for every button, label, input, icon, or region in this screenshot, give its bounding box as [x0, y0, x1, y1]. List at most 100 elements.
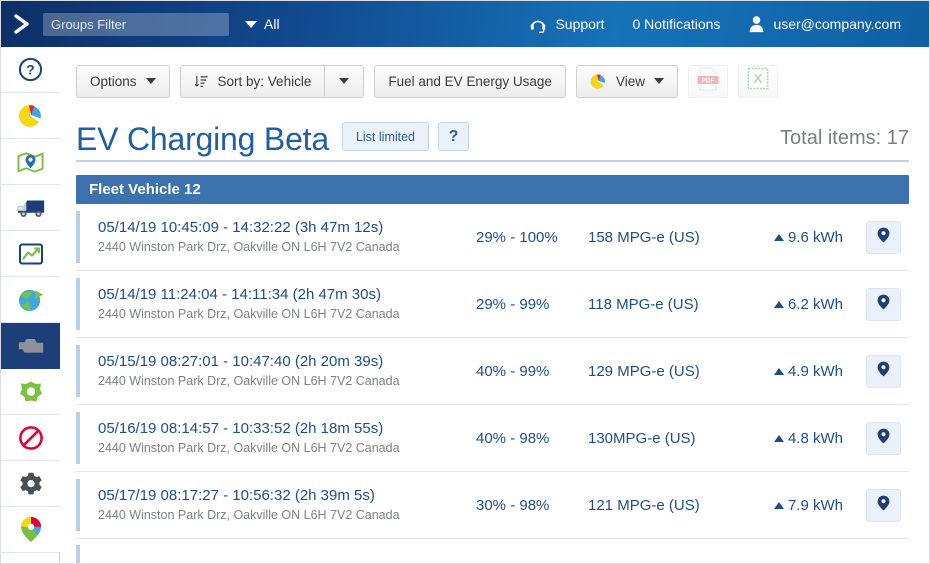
sidebar-item-engine[interactable] — [1, 323, 60, 369]
groups-filter-input[interactable] — [43, 12, 229, 36]
sidebar-item-reports[interactable] — [1, 93, 60, 139]
triangle-up-icon — [773, 367, 784, 375]
row-primary: 05/15/19 08:27:01 - 10:47:40 (2h 20m 39s… — [76, 352, 476, 389]
charge-percent: 40% - 98% — [476, 429, 550, 447]
total-items-label: Total items: 17 — [780, 127, 909, 149]
title-divider — [76, 160, 909, 162]
energy-label: 6.2 kWh — [787, 295, 843, 313]
show-on-map-button[interactable] — [865, 287, 901, 321]
all-dropdown[interactable]: All — [245, 16, 280, 32]
gear-outline-icon — [18, 379, 44, 404]
sidebar-item-vehicles[interactable] — [1, 185, 60, 231]
top-bar-right: Support 0 Notifications user@company.com — [515, 15, 929, 33]
export-excel-button[interactable]: X — [737, 64, 778, 98]
help-button[interactable]: ? — [438, 122, 470, 151]
table-row[interactable]: 05/15/19 08:27:01 - 10:47:40 (2h 20m 39s… — [76, 338, 909, 405]
session-address: 2440 Winston Park Drz, Oakville ON L6H 7… — [98, 306, 400, 321]
help-circle-icon: ? — [18, 57, 43, 82]
row-primary: 05/17/19 08:17:27 - 10:56:32 (2h 39m 5s)… — [76, 486, 476, 523]
charge-percent: 29% - 99% — [476, 295, 550, 313]
row-primary: 05/16/19 08:14:57 - 10:33:52 (2h 18m 55s… — [76, 419, 476, 456]
expand-menu-button[interactable] — [1, 1, 43, 47]
sort-by-button[interactable]: Sort by: Vehicle — [179, 64, 325, 98]
table-row[interactable]: 05/14/19 10:45:09 - 14:32:22 (3h 47m 12s… — [76, 204, 909, 271]
notifications-button[interactable]: 0 Notifications — [619, 16, 735, 32]
energy-label: 9.6 kWh — [787, 228, 843, 246]
sidebar-filler — [1, 553, 59, 563]
mpge-value: 129 MPG-e (US) — [588, 362, 700, 380]
sidebar-item-settings[interactable] — [1, 461, 60, 507]
table-row[interactable]: 05/17/19 08:17:27 - 10:56:32 (2h 39m 5s)… — [76, 472, 909, 539]
pie-chart-icon — [18, 103, 44, 129]
triangle-up-icon — [773, 233, 784, 241]
show-on-map-button[interactable] — [865, 220, 901, 254]
energy-value: 9.6 kWh — [756, 229, 857, 246]
energy-value: 4.8 kWh — [756, 430, 857, 447]
page-title: EV Charging Beta — [76, 121, 329, 157]
charge-percent: 40% - 99% — [476, 362, 550, 380]
user-account-button[interactable]: user@company.com — [734, 15, 915, 33]
session-time: 05/16/19 08:14:57 - 10:33:52 (2h 18m 55s… — [98, 420, 384, 438]
sidebar-item-help[interactable]: ? — [1, 47, 60, 93]
session-address: 2440 Winston Park Drz, Oakville ON L6H 7… — [98, 373, 400, 388]
triangle-up-icon — [773, 501, 784, 509]
sidebar-item-restrictions[interactable] — [1, 415, 60, 461]
person-icon — [748, 15, 765, 33]
sort-icon — [194, 74, 209, 89]
chevron-right-icon — [11, 13, 33, 35]
show-on-map-button[interactable] — [865, 354, 901, 388]
map-pin-icon — [877, 428, 890, 449]
charge-percent: 29% - 100% — [476, 228, 558, 246]
sidebar-item-map[interactable] — [1, 139, 60, 185]
energy-label: 7.9 kWh — [787, 496, 843, 514]
mpge-value: 118 MPG-e (US) — [588, 295, 699, 313]
excel-icon: X — [747, 67, 769, 95]
show-on-map-button[interactable] — [865, 488, 901, 522]
sidebar-item-maintenance[interactable] — [1, 369, 60, 415]
options-button[interactable]: Options — [76, 64, 170, 98]
sidebar-item-analytics[interactable] — [1, 231, 60, 277]
main-content: Options Sort by: Vehicle Fuel and EV Ene… — [60, 47, 929, 563]
report-selector-button[interactable]: Fuel and EV Energy Usage — [374, 64, 566, 98]
mpge-value: 121 MPG-e (US) — [588, 496, 700, 514]
sidebar-item-zones[interactable] — [1, 507, 60, 553]
row-primary: 05/14/19 11:24:04 - 14:11:34 (2h 47m 30s… — [76, 285, 476, 322]
row-actions — [857, 220, 909, 254]
table-row[interactable] — [76, 539, 909, 563]
energy-label: 4.8 kWh — [787, 429, 843, 447]
list-limited-badge[interactable]: List limited — [341, 122, 430, 151]
support-button[interactable]: Support — [515, 15, 618, 33]
energy-value: 6.2 kWh — [756, 296, 857, 313]
trend-chart-icon — [18, 242, 44, 266]
charge-percent: 30% - 98% — [476, 496, 550, 514]
mpge-value: 158 MPG-e (US) — [588, 228, 700, 246]
all-dropdown-label: All — [264, 16, 280, 32]
session-address: 2440 Winston Park Drz, Oakville ON L6H 7… — [98, 507, 400, 522]
map-pin-icon — [877, 227, 890, 248]
chevron-down-icon — [145, 78, 156, 84]
triangle-up-icon — [773, 434, 784, 442]
view-button[interactable]: View — [575, 64, 678, 98]
show-on-map-button[interactable] — [865, 421, 901, 455]
engine-icon — [16, 335, 46, 357]
notifications-label: 0 Notifications — [632, 16, 721, 32]
mpge-value: 130MPG-e (US) — [588, 429, 696, 447]
triangle-up-icon — [773, 300, 784, 308]
group-header: Fleet Vehicle 12 — [76, 175, 909, 204]
table-row[interactable]: 05/14/19 11:24:04 - 14:11:34 (2h 47m 30s… — [76, 271, 909, 338]
page-header: EV Charging Beta List limited ? Total it… — [60, 103, 929, 157]
table-row[interactable]: 05/16/19 08:14:57 - 10:33:52 (2h 18m 55s… — [76, 405, 909, 472]
pdf-icon: PDF — [697, 67, 719, 96]
sidebar-item-global[interactable] — [1, 277, 60, 323]
user-email-label: user@company.com — [773, 16, 901, 32]
headset-icon — [529, 15, 547, 33]
app-window: All Support 0 Notifications — [0, 0, 930, 564]
row-actions — [857, 354, 909, 388]
support-label: Support — [555, 16, 605, 32]
colored-pin-icon — [19, 516, 43, 543]
sort-dropdown-button[interactable] — [324, 64, 365, 98]
chevron-down-icon — [245, 20, 257, 28]
row-actions — [857, 421, 909, 455]
export-pdf-button[interactable]: PDF — [687, 64, 728, 98]
session-time: 05/17/19 08:17:27 - 10:56:32 (2h 39m 5s) — [98, 487, 375, 505]
